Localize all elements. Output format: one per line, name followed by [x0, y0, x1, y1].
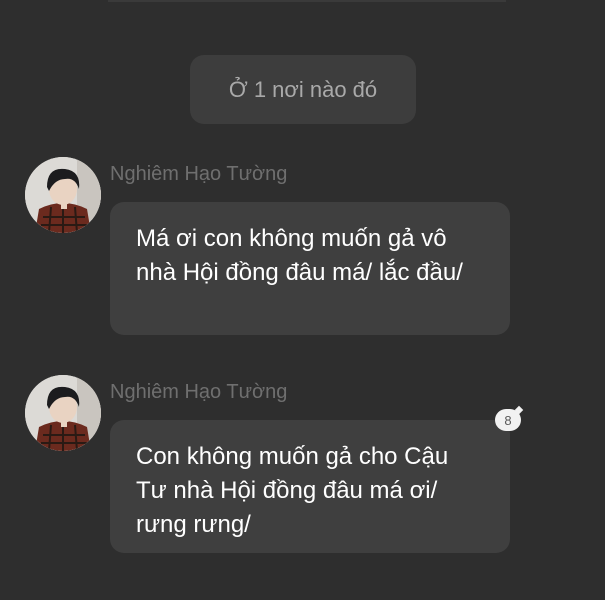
message-text: Con không muốn gả cho Cậu Tư nhà Hội đồn… [136, 443, 449, 538]
sender-name: Nghiêm Hạo Tường [110, 163, 288, 185]
avatar-image [25, 375, 101, 451]
message-text: Má ơi con không muốn gả vô nhà Hội đồng … [136, 225, 463, 286]
message-bubble[interactable]: Má ơi con không muốn gả vô nhà Hội đồng … [110, 202, 510, 335]
avatar[interactable] [25, 157, 101, 233]
comment-count-badge[interactable]: 8 [495, 409, 521, 431]
message-bubble[interactable]: Con không muốn gả cho Cậu Tư nhà Hội đồn… [110, 420, 510, 553]
sender-name: Nghiêm Hạo Tường [110, 381, 288, 403]
top-divider [108, 0, 506, 2]
system-message: Ở 1 nơi nào đó [190, 55, 416, 124]
avatar[interactable] [25, 375, 101, 451]
system-message-text: Ở 1 nơi nào đó [228, 76, 378, 102]
avatar-image [25, 157, 101, 233]
